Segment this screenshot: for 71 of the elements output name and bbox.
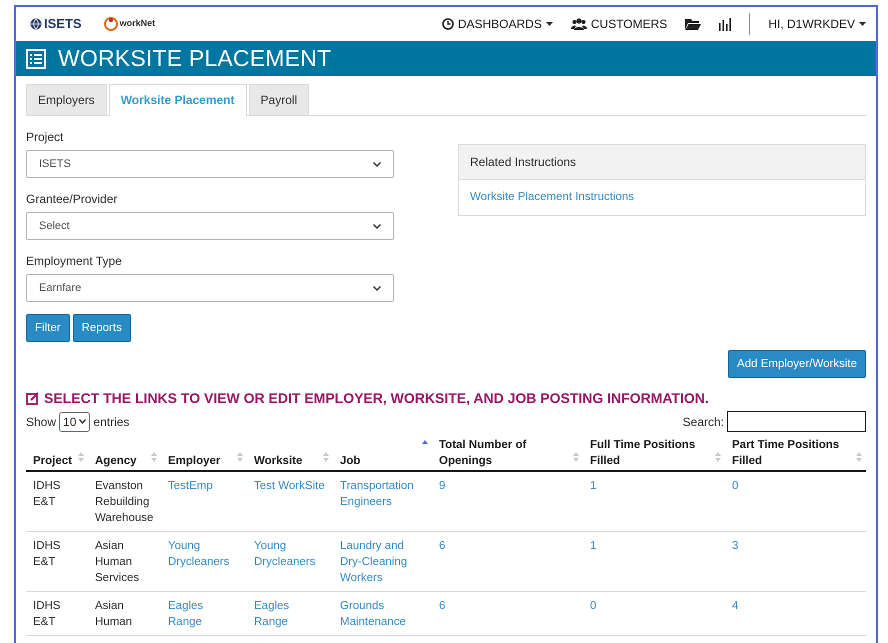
nav-dropdown[interactable]: DASHBOARDS (442, 15, 553, 33)
caret-icon (546, 22, 553, 26)
page-title: WORKSITE PLACEMENT (58, 44, 332, 74)
chevron-icon (79, 419, 86, 424)
edit-icon (26, 392, 39, 405)
field-label: Project (26, 129, 64, 146)
select-field[interactable]: ISETS (26, 150, 394, 178)
column-header[interactable]: Full Time Positions Filled (583, 436, 725, 471)
search-label: Search: (682, 414, 724, 430)
table-link[interactable]: Eagles Range (161, 592, 247, 636)
table-link[interactable]: 6 (432, 532, 583, 592)
action-button[interactable]: Reports (72, 314, 131, 342)
column-header[interactable]: Total Number of Openings (432, 436, 583, 471)
isets-logo: ISETS (30, 14, 82, 34)
table-link[interactable]: 0 (725, 471, 866, 532)
chevron-icon (373, 162, 381, 166)
people-icon (570, 18, 587, 30)
table-cell: IDHS E&T (26, 592, 88, 636)
nav-link[interactable]: CUSTOMERS (570, 15, 668, 33)
table-link[interactable]: 9 (432, 471, 583, 532)
list-icon (26, 48, 46, 68)
instructions-heading: SELECT THE LINKS TO VIEW OR EDIT EMPLOYER, WORKSITE, AND JOB POSTING INFORMATION. (44, 389, 709, 408)
table-cell: IDHS E&T (26, 471, 88, 532)
action-button[interactable]: Filter (26, 314, 70, 342)
field-label: Grantee/Provider (26, 191, 118, 208)
table-cell: Evanston Rebuilding Warehouse (88, 471, 161, 532)
table-cell: Asian Human Services (88, 532, 161, 592)
worknet-logo: workNet (104, 17, 156, 31)
tab[interactable]: Payroll (248, 84, 310, 115)
table-link[interactable]: Young Drycleaners (247, 532, 333, 592)
table-link[interactable]: 0 (583, 592, 725, 636)
column-header[interactable]: Agency (88, 436, 161, 471)
table-link[interactable]: Test WorkSite (247, 471, 333, 532)
nav-dropdown[interactable]: HI, D1WRKDEV (768, 15, 866, 33)
search-field[interactable] (727, 411, 866, 432)
folder-icon[interactable] (685, 18, 702, 30)
column-header[interactable]: Employer (161, 436, 247, 471)
table-link[interactable]: 1 (583, 471, 725, 532)
chevron-icon (373, 286, 381, 290)
table-link[interactable]: 1 (583, 532, 725, 592)
instructions-link[interactable]: Worksite Placement Instructions (459, 180, 865, 216)
page-size-select[interactable]: 10 (59, 412, 90, 432)
table-link[interactable]: Eagles Range (247, 592, 333, 636)
table-link[interactable]: Young Drycleaners (161, 532, 247, 592)
table-link[interactable]: 4 (725, 592, 866, 636)
clock-icon (442, 18, 454, 30)
column-header[interactable]: Worksite (247, 436, 333, 471)
field-label: Employment Type (26, 253, 123, 270)
bar-chart-icon[interactable] (719, 18, 732, 30)
column-header[interactable]: Project (26, 436, 88, 471)
caret-icon (859, 22, 866, 26)
table-link[interactable]: TestEmp (161, 471, 247, 532)
column-header[interactable]: Part Time Positions Filled (725, 436, 866, 471)
table-link[interactable]: Transportation Engineers (333, 471, 432, 532)
select-field[interactable]: Select (26, 212, 394, 240)
column-header[interactable]: Job (333, 436, 432, 471)
add-button[interactable]: Add Employer/Worksite (728, 350, 866, 378)
chevron-icon (373, 224, 381, 228)
table-cell: IDHS E&T (26, 532, 88, 592)
globe-icon (30, 18, 42, 30)
select-field[interactable]: Earnfare (26, 274, 394, 302)
tab[interactable]: Employers (26, 84, 107, 115)
table-link[interactable]: 6 (432, 592, 583, 636)
panel-heading: Related Instructions (459, 145, 865, 180)
table-link[interactable]: 3 (725, 532, 866, 592)
table-link[interactable]: Grounds Maintenance (333, 592, 432, 636)
table-link[interactable]: Laundry and Dry-Cleaning Workers (333, 532, 432, 592)
show-label: Show (26, 414, 56, 430)
entries-label: entries (93, 414, 130, 430)
table-cell: Asian Human (88, 592, 161, 636)
tab[interactable]: Worksite Placement (108, 84, 247, 116)
